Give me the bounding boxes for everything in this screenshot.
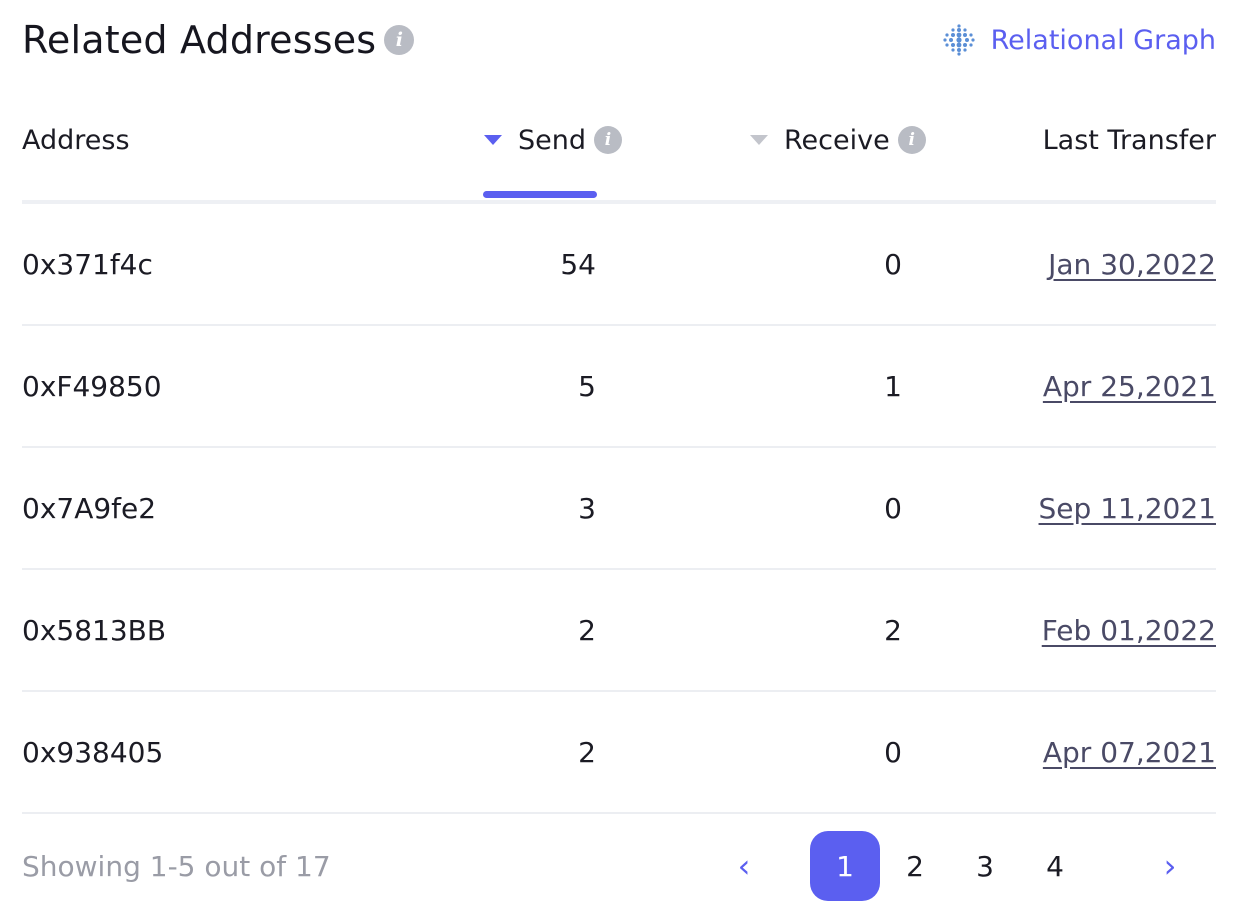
page-button-3[interactable]: 3 xyxy=(950,831,1020,901)
send-cell: 2 xyxy=(578,735,596,769)
title-row: Related Addresses i xyxy=(22,18,415,62)
send-cell: 3 xyxy=(578,491,596,525)
active-sort-indicator xyxy=(483,191,597,198)
address-cell[interactable]: 0xF49850 xyxy=(22,326,162,446)
table-row: 0xF49850 5 1 Apr 25,2021 xyxy=(22,326,1216,448)
table-row: 0x371f4c 54 0 Jan 30,2022 xyxy=(22,204,1216,326)
last-transfer-link[interactable]: Feb 01,2022 xyxy=(1042,570,1216,690)
pagination: ‹ 1 2 3 4 › xyxy=(724,830,1190,902)
column-header-receive-label: Receive xyxy=(784,124,890,156)
column-header-address: Address xyxy=(22,118,130,162)
column-header-send-label: Send xyxy=(518,124,587,156)
address-cell[interactable]: 0x5813BB xyxy=(22,570,166,690)
table-row: 0x938405 2 0 Apr 07,2021 xyxy=(22,692,1216,814)
receive-cell: 1 xyxy=(884,369,902,403)
related-addresses-panel: Related Addresses i Relational Graph Add… xyxy=(0,0,1242,908)
receive-cell: 0 xyxy=(884,735,902,769)
column-header-receive[interactable]: Receive i xyxy=(750,118,926,162)
chevron-left-icon[interactable]: ‹ xyxy=(724,847,764,885)
table-body: 0x371f4c 54 0 Jan 30,2022 0xF49850 5 1 A… xyxy=(22,204,1216,814)
send-cell: 5 xyxy=(578,369,596,403)
table-header: Address Send i Receive i Last Transfer xyxy=(22,118,1216,162)
dot-grid-icon xyxy=(943,24,975,56)
info-icon[interactable]: i xyxy=(384,25,415,55)
table-row: 0x5813BB 2 2 Feb 01,2022 xyxy=(22,570,1216,692)
address-cell[interactable]: 0x938405 xyxy=(22,692,163,812)
last-transfer-link[interactable]: Apr 07,2021 xyxy=(1043,692,1216,812)
send-cell: 54 xyxy=(560,247,596,281)
info-icon[interactable]: i xyxy=(594,126,623,154)
last-transfer-link[interactable]: Apr 25,2021 xyxy=(1043,326,1216,446)
chevron-right-icon[interactable]: › xyxy=(1150,847,1190,885)
receive-cell: 0 xyxy=(884,247,902,281)
sort-caret-icon xyxy=(750,135,768,145)
relational-graph-label: Relational Graph xyxy=(990,24,1216,56)
pagination-summary: Showing 1-5 out of 17 xyxy=(22,849,331,883)
address-cell[interactable]: 0x7A9fe2 xyxy=(22,448,156,568)
table-row: 0x7A9fe2 3 0 Sep 11,2021 xyxy=(22,448,1216,570)
sort-desc-icon xyxy=(484,135,502,145)
column-header-send[interactable]: Send i xyxy=(484,118,623,162)
last-transfer-link[interactable]: Sep 11,2021 xyxy=(1039,448,1216,568)
info-icon[interactable]: i xyxy=(897,126,926,154)
receive-cell: 0 xyxy=(884,491,902,525)
page-button-4[interactable]: 4 xyxy=(1020,831,1090,901)
page-title: Related Addresses xyxy=(22,18,377,62)
column-header-address-label: Address xyxy=(22,124,130,156)
send-cell: 2 xyxy=(578,613,596,647)
page-button-2[interactable]: 2 xyxy=(880,831,950,901)
relational-graph-link[interactable]: Relational Graph xyxy=(941,22,1216,58)
column-header-last-transfer-label: Last Transfer xyxy=(1042,124,1216,156)
last-transfer-link[interactable]: Jan 30,2022 xyxy=(1048,204,1216,324)
receive-cell: 2 xyxy=(884,613,902,647)
address-cell[interactable]: 0x371f4c xyxy=(22,204,153,324)
page-button-1[interactable]: 1 xyxy=(810,831,880,901)
table-footer: Showing 1-5 out of 17 ‹ 1 2 3 4 › xyxy=(22,830,1216,902)
column-header-last-transfer: Last Transfer xyxy=(1043,118,1216,162)
